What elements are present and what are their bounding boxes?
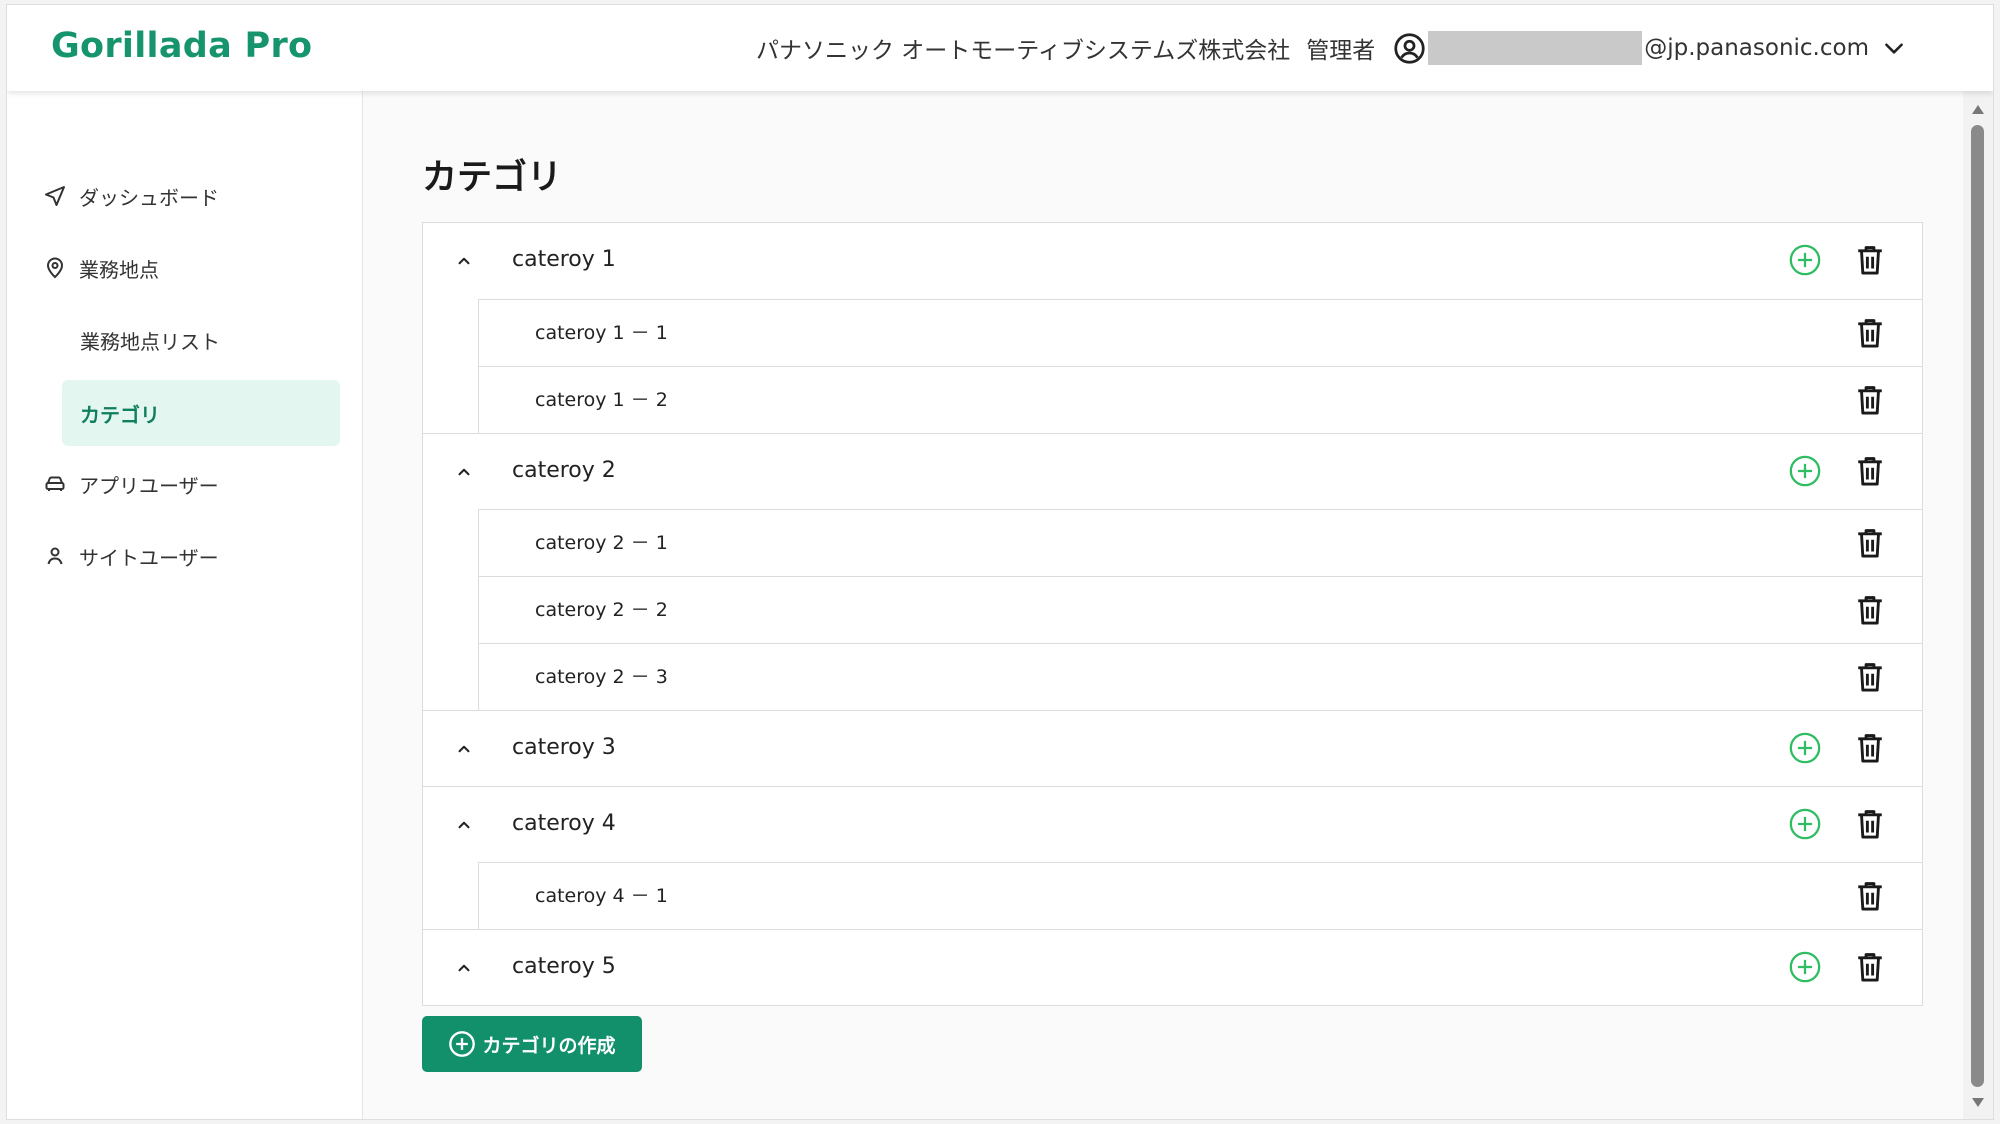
category-group: cateroy 2 cateroy 2 － 1 cateroy 2 － 2 cater… — [423, 433, 1922, 710]
add-subcategory-icon[interactable] — [1788, 243, 1822, 277]
delete-category-icon[interactable] — [1854, 243, 1886, 277]
user-circle-icon — [1393, 32, 1426, 65]
delete-subcategory-icon[interactable] — [1854, 526, 1886, 560]
car-icon — [43, 472, 67, 496]
chevron-up-icon[interactable] — [451, 459, 477, 485]
main-content: カテゴリ cateroy 1 cateroy 1 － 1 cateroy 1 － 2… — [363, 91, 1963, 1119]
app-window: Gorillada Pro パナソニック オートモーティブシステムズ株式会社 管… — [6, 4, 1994, 1120]
scrollbar-thumb[interactable] — [1971, 125, 1984, 1087]
delete-subcategory-icon[interactable] — [1854, 593, 1886, 627]
sidebar-item-label: アプリユーザー — [79, 473, 219, 498]
create-category-label: カテゴリの作成 — [482, 1034, 616, 1057]
sidebar-item-location-list[interactable]: 業務地点リスト — [62, 308, 340, 372]
account-area: パナソニック オートモーティブシステムズ株式会社 管理者 @jp.panason… — [756, 5, 1907, 91]
delete-subcategory-icon[interactable] — [1854, 316, 1886, 350]
category-row[interactable]: cateroy 2 — [423, 433, 1922, 509]
sidebar-item-business-locations[interactable]: 業務地点 — [43, 236, 339, 300]
category-name: cateroy 5 — [512, 954, 616, 979]
subcategory-name: cateroy 2 － 2 — [535, 599, 668, 621]
category-row[interactable]: cateroy 1 — [423, 223, 1922, 299]
user-email-domain: @jp.panasonic.com — [1644, 35, 1869, 61]
app-logo[interactable]: Gorillada Pro — [51, 26, 312, 66]
sidebar-item-dashboard[interactable]: ダッシュボード — [43, 164, 339, 228]
add-subcategory-icon[interactable] — [1788, 807, 1822, 841]
delete-subcategory-icon[interactable] — [1854, 383, 1886, 417]
add-subcategory-icon[interactable] — [1788, 454, 1822, 488]
person-icon — [43, 544, 67, 568]
category-group: cateroy 3 — [423, 710, 1922, 786]
subcategory-row[interactable]: cateroy 2 － 3 — [478, 643, 1922, 710]
subcategory-name: cateroy 1 － 2 — [535, 389, 668, 411]
chevron-up-icon[interactable] — [451, 955, 477, 981]
subcategory-row[interactable]: cateroy 4 － 1 — [478, 862, 1922, 929]
top-header: Gorillada Pro パナソニック オートモーティブシステムズ株式会社 管… — [7, 5, 1993, 91]
navigation-arrow-icon — [43, 184, 67, 208]
vertical-scrollbar[interactable] — [1963, 91, 1993, 1119]
category-name: cateroy 2 — [512, 458, 616, 483]
category-list: cateroy 1 cateroy 1 － 1 cateroy 1 － 2 cater… — [422, 222, 1923, 1006]
subcategory-row[interactable]: cateroy 1 － 2 — [478, 366, 1922, 433]
sidebar-item-label: 業務地点リスト — [80, 329, 220, 354]
delete-subcategory-icon[interactable] — [1854, 879, 1886, 913]
category-row[interactable]: cateroy 3 — [423, 710, 1922, 786]
location-pin-icon — [43, 256, 67, 280]
subcategory-row[interactable]: cateroy 2 － 2 — [478, 576, 1922, 643]
sidebar-item-site-users[interactable]: サイトユーザー — [43, 524, 339, 588]
scroll-up-icon[interactable] — [1970, 103, 1986, 117]
delete-subcategory-icon[interactable] — [1854, 660, 1886, 694]
sidebar-item-label: ダッシュボード — [79, 185, 219, 210]
delete-category-icon[interactable] — [1854, 454, 1886, 488]
plus-circle-icon — [448, 1030, 476, 1058]
chevron-down-icon[interactable] — [1881, 35, 1907, 61]
create-category-button[interactable]: カテゴリの作成 — [422, 1016, 642, 1072]
add-subcategory-icon[interactable] — [1788, 731, 1822, 765]
subcategory-name: cateroy 2 － 3 — [535, 666, 668, 688]
company-name: パナソニック オートモーティブシステムズ株式会社 — [755, 38, 1291, 64]
subcategory-name: cateroy 2 － 1 — [535, 532, 668, 554]
delete-category-icon[interactable] — [1854, 731, 1886, 765]
scroll-down-icon[interactable] — [1970, 1095, 1986, 1109]
category-row[interactable]: cateroy 5 — [423, 929, 1922, 1005]
delete-category-icon[interactable] — [1854, 950, 1886, 984]
redacted-email-user — [1428, 31, 1643, 65]
sidebar-item-label: カテゴリ — [80, 402, 160, 427]
add-subcategory-icon[interactable] — [1788, 950, 1822, 984]
chevron-up-icon[interactable] — [451, 812, 477, 838]
user-role: 管理者 — [1306, 38, 1376, 64]
sidebar: ダッシュボード 業務地点 業務地点リスト カテゴリ アプリユーザー サイトユーザ… — [7, 91, 363, 1119]
page-title: カテゴリ — [422, 158, 563, 198]
category-group: cateroy 4 cateroy 4 － 1 — [423, 786, 1922, 929]
chevron-up-icon[interactable] — [451, 736, 477, 762]
delete-category-icon[interactable] — [1854, 807, 1886, 841]
subcategory-row[interactable]: cateroy 2 － 1 — [478, 509, 1922, 576]
category-name: cateroy 1 — [512, 247, 616, 272]
sidebar-item-label: サイトユーザー — [79, 545, 219, 570]
subcategory-name: cateroy 1 － 1 — [535, 322, 668, 344]
category-group: cateroy 5 — [423, 929, 1922, 1005]
subcategory-name: cateroy 4 － 1 — [535, 885, 668, 907]
sidebar-item-category[interactable]: カテゴリ — [62, 380, 340, 446]
category-name: cateroy 3 — [512, 735, 616, 760]
category-group: cateroy 1 cateroy 1 － 1 cateroy 1 － 2 — [423, 223, 1922, 433]
sidebar-item-label: 業務地点 — [79, 257, 159, 282]
sidebar-item-app-users[interactable]: アプリユーザー — [43, 452, 339, 516]
chevron-up-icon[interactable] — [451, 248, 477, 274]
category-name: cateroy 4 — [512, 811, 616, 836]
category-row[interactable]: cateroy 4 — [423, 786, 1922, 862]
subcategory-row[interactable]: cateroy 1 － 1 — [478, 299, 1922, 366]
